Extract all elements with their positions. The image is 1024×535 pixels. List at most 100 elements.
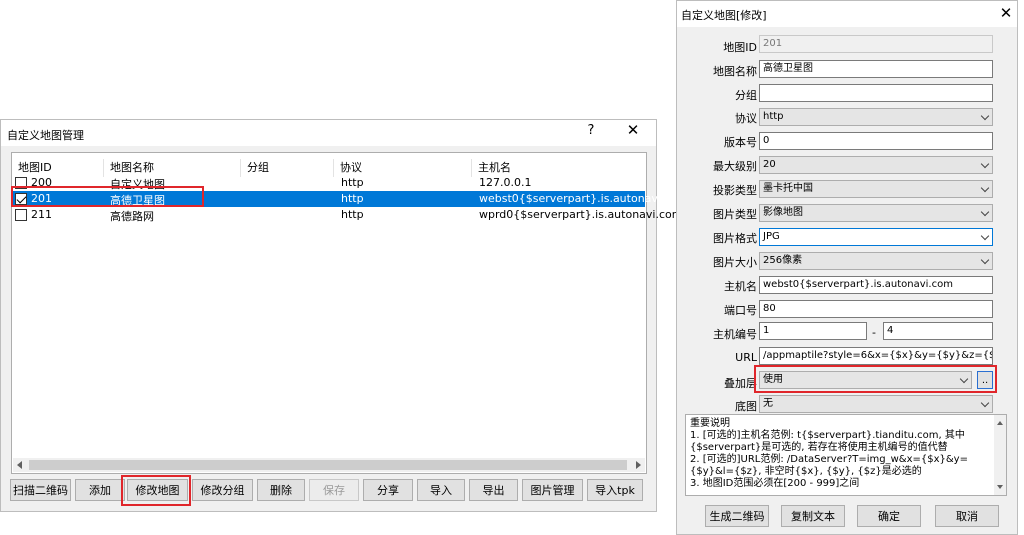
- notes-line-3: 3. 地图ID范围必须在[200 - 999]之间: [690, 478, 860, 489]
- import-tpk-button[interactable]: 导入tpk: [587, 479, 643, 501]
- row-protocol: http: [341, 176, 364, 189]
- image-type-select[interactable]: 影像地图: [759, 204, 993, 222]
- gen-qr-button[interactable]: 生成二维码: [705, 505, 769, 527]
- vertical-scrollbar[interactable]: [994, 415, 1006, 495]
- row-name: 高德卫星图: [110, 194, 165, 207]
- manager-title: 自定义地图管理: [7, 129, 84, 142]
- label-base-map: 底图: [735, 400, 757, 413]
- label-image-type: 图片类型: [713, 208, 757, 221]
- host-no-separator: -: [872, 326, 876, 339]
- scroll-down-icon[interactable]: [997, 485, 1003, 489]
- row-name: 自定义地图: [110, 178, 165, 191]
- notes-line-1: 1. [可选的]主机名范例: t{$serverpart}.tianditu.c…: [690, 430, 965, 453]
- overlay-browse-button[interactable]: ..: [977, 371, 993, 389]
- overlay-select[interactable]: 使用: [759, 371, 972, 389]
- row-protocol: http: [341, 208, 364, 221]
- row-checkbox[interactable]: [15, 177, 27, 189]
- base-map-select[interactable]: 无: [759, 395, 993, 413]
- map-name-field[interactable]: 高德卫星图: [759, 60, 993, 78]
- export-button[interactable]: 导出: [469, 479, 518, 501]
- host-no-from-field[interactable]: 1: [759, 322, 867, 340]
- delete-button[interactable]: 删除: [257, 479, 305, 501]
- notes-line-2: 2. [可选的]URL范例: /DataServer?T=img_w&x={$x…: [690, 454, 968, 477]
- image-format-value: JPG: [763, 231, 780, 242]
- base-map-value: 无: [763, 398, 773, 409]
- chevron-down-icon: [980, 207, 990, 217]
- chevron-down-icon: [959, 374, 969, 384]
- image-size-value: 256像素: [763, 255, 803, 266]
- edit-map-dialog: 自定义地图[修改] ✕ 地图ID 201 地图名称 高德卫星图 分组 协议 ht…: [676, 0, 1018, 535]
- protocol-select[interactable]: http: [759, 108, 993, 126]
- table-row-selected[interactable]: 201 高德卫星图 http webst0{$serverpart}.is.au…: [13, 191, 688, 207]
- horizontal-scrollbar[interactable]: [13, 458, 645, 472]
- image-size-select[interactable]: 256像素: [759, 252, 993, 270]
- row-id: 211: [31, 208, 52, 221]
- help-button[interactable]: ?: [580, 123, 602, 138]
- chevron-down-icon: [980, 111, 990, 121]
- ok-button[interactable]: 确定: [857, 505, 921, 527]
- row-name: 高德路网: [110, 210, 154, 223]
- projection-select[interactable]: 墨卡托中国: [759, 180, 993, 198]
- url-field[interactable]: /appmaptile?style=6&x={$x}&y={$y}&z={$z}: [759, 347, 993, 365]
- map-manager-dialog: 自定义地图管理 ? ✕ 地图ID 地图名称 分组 协议 主机名 200 自定义地…: [0, 119, 688, 512]
- label-host: 主机名: [724, 280, 757, 293]
- scan-qr-button[interactable]: 扫描二维码: [10, 479, 71, 501]
- close-icon[interactable]: ✕: [995, 4, 1017, 22]
- map-list[interactable]: 地图ID 地图名称 分组 协议 主机名 200 自定义地图 http 127.0…: [11, 152, 688, 474]
- row-host: webst0{$serverpart}.is.autonavi.com: [479, 192, 688, 205]
- save-button[interactable]: 保存: [309, 479, 359, 501]
- map-id-field: 201: [759, 35, 993, 53]
- row-checkbox-checked[interactable]: [15, 193, 27, 205]
- share-button[interactable]: 分享: [363, 479, 413, 501]
- table-row[interactable]: 200 自定义地图 http 127.0.0.1: [13, 175, 645, 191]
- protocol-value: http: [763, 111, 784, 122]
- overlay-value: 使用: [763, 374, 783, 385]
- max-level-select[interactable]: 20: [759, 156, 993, 174]
- label-max-level: 最大级别: [713, 160, 757, 173]
- chevron-down-icon: [980, 231, 990, 241]
- editor-titlebar: 自定义地图[修改] ✕: [677, 1, 1017, 27]
- label-image-size: 图片大小: [713, 256, 757, 269]
- label-version: 版本号: [724, 136, 757, 149]
- row-protocol: http: [341, 192, 364, 205]
- chevron-down-icon: [980, 398, 990, 408]
- edit-group-button[interactable]: 修改分组: [192, 479, 253, 501]
- projection-value: 墨卡托中国: [763, 183, 813, 194]
- image-manage-button[interactable]: 图片管理: [522, 479, 583, 501]
- add-button[interactable]: 添加: [75, 479, 125, 501]
- label-map-id: 地图ID: [723, 41, 757, 54]
- notes-textarea[interactable]: 重要说明 1. [可选的]主机名范例: t{$serverpart}.tiand…: [685, 414, 1007, 496]
- scroll-up-icon[interactable]: [997, 421, 1003, 425]
- max-level-value: 20: [763, 159, 776, 170]
- label-projection: 投影类型: [713, 184, 757, 197]
- manager-titlebar: 自定义地图管理 ? ✕: [1, 120, 656, 146]
- row-id: 200: [31, 176, 52, 189]
- group-field[interactable]: [759, 84, 993, 102]
- import-button[interactable]: 导入: [417, 479, 465, 501]
- label-host-no: 主机编号: [713, 328, 757, 341]
- row-id: 201: [31, 192, 52, 205]
- label-url: URL: [735, 351, 757, 364]
- host-no-to-field[interactable]: 4: [883, 322, 993, 340]
- scroll-left-icon[interactable]: [17, 461, 22, 469]
- editor-title: 自定义地图[修改]: [681, 9, 767, 22]
- label-image-format: 图片格式: [713, 232, 757, 245]
- edit-map-button[interactable]: 修改地图: [127, 479, 188, 501]
- scroll-right-icon[interactable]: [636, 461, 641, 469]
- host-field[interactable]: webst0{$serverpart}.is.autonavi.com: [759, 276, 993, 294]
- table-row[interactable]: 211 高德路网 http wprd0{$serverpart}.is.auto…: [13, 207, 682, 223]
- cancel-button[interactable]: 取消: [935, 505, 999, 527]
- copy-text-button[interactable]: 复制文本: [781, 505, 845, 527]
- version-field[interactable]: 0: [759, 132, 993, 150]
- close-icon[interactable]: ✕: [622, 121, 644, 139]
- row-checkbox[interactable]: [15, 209, 27, 221]
- row-host: 127.0.0.1: [479, 176, 532, 189]
- notes-heading: 重要说明: [690, 418, 730, 429]
- port-field[interactable]: 80: [759, 300, 993, 318]
- label-group: 分组: [735, 89, 757, 102]
- label-overlay: 叠加层: [724, 377, 757, 390]
- image-format-select[interactable]: JPG: [759, 228, 993, 246]
- scrollbar-thumb[interactable]: [29, 460, 627, 470]
- chevron-down-icon: [980, 255, 990, 265]
- label-protocol: 协议: [735, 112, 757, 125]
